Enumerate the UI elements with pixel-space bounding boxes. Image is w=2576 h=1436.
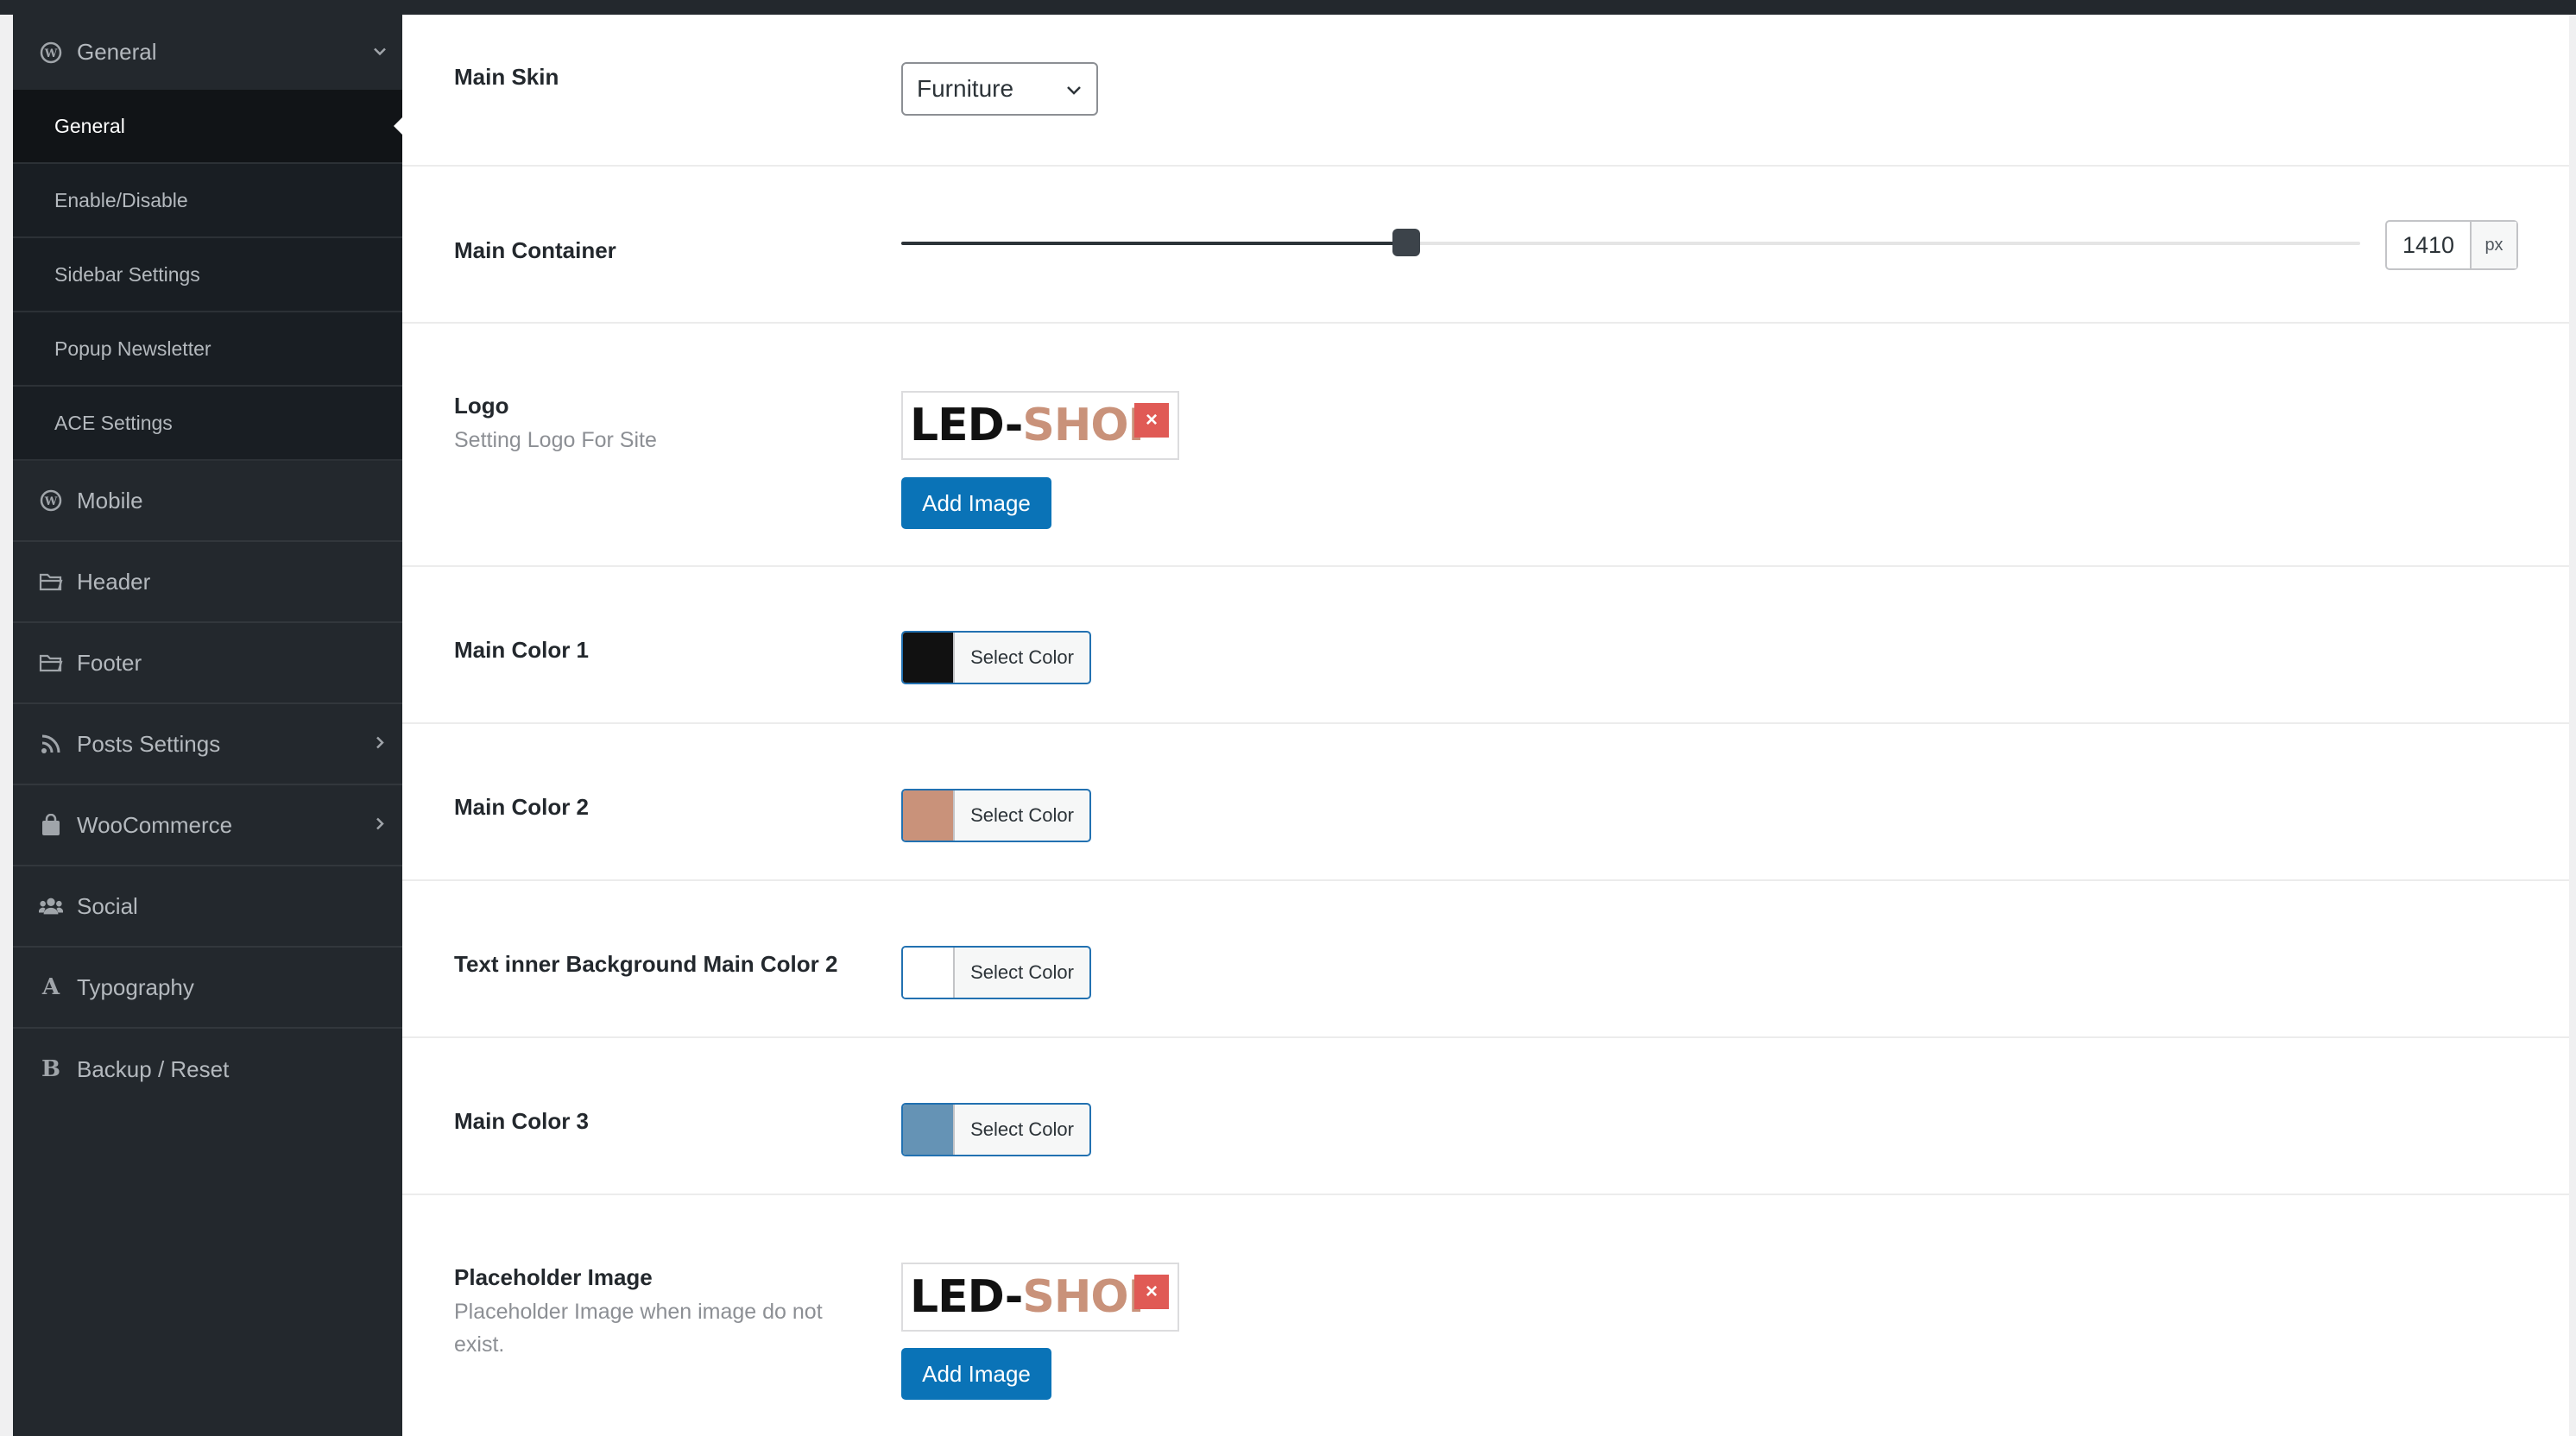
- sidebar-group-label: Header: [77, 568, 151, 595]
- remove-image-button[interactable]: ×: [1134, 403, 1169, 438]
- sidebar-group-header[interactable]: Header: [13, 542, 402, 623]
- option-row-text-inner-background: Text inner Background Main Color 2 Selec…: [402, 881, 2569, 1038]
- slider-fill: [901, 242, 1406, 245]
- option-row-logo: Logo Setting Logo For Site LED-SHOP × Ad…: [402, 324, 2569, 567]
- option-row-main-container: Main Container: [402, 167, 2569, 324]
- option-label: Main Color 3: [454, 1108, 590, 1134]
- sidebar-item-sidebar-settings[interactable]: Sidebar Settings: [13, 238, 402, 312]
- folder-icon: [39, 651, 63, 675]
- option-label: Main Color 1: [454, 637, 590, 663]
- select-color-label: Select Color: [970, 804, 1074, 826]
- option-label: Main Skin: [454, 64, 559, 90]
- placeholder-image: LED-SHOP: [910, 1271, 1161, 1323]
- select-value: Furniture: [917, 75, 1014, 102]
- folder-icon: [39, 570, 63, 594]
- sidebar-group-mobile[interactable]: W Mobile: [13, 461, 402, 542]
- select-color-label: Select Color: [970, 1118, 1074, 1140]
- logo-image: LED-SHOP: [910, 400, 1161, 451]
- sidebar-group-woocommerce[interactable]: WooCommerce: [13, 785, 402, 866]
- admin-top-bar: [0, 0, 2576, 15]
- color-swatch: [903, 948, 955, 998]
- sidebar-group-posts-settings[interactable]: Posts Settings: [13, 704, 402, 785]
- option-label: Main Container: [454, 237, 616, 263]
- sidebar-item-popup-newsletter[interactable]: Popup Newsletter: [13, 312, 402, 387]
- color-picker-button[interactable]: Select Color: [901, 1103, 1091, 1156]
- users-icon: [39, 894, 63, 918]
- color-picker-button[interactable]: Select Color: [901, 946, 1091, 999]
- sidebar-group-label: Posts Settings: [77, 730, 221, 757]
- sidebar-group-typography[interactable]: A Typography: [13, 948, 402, 1029]
- sidebar-group-label: Footer: [77, 649, 142, 676]
- chevron-down-icon: [371, 39, 388, 66]
- option-label: Text inner Background Main Color 2: [454, 951, 838, 977]
- wordpress-icon: W: [39, 488, 63, 513]
- option-label: Logo: [454, 393, 509, 419]
- sidebar-group-footer[interactable]: Footer: [13, 623, 402, 704]
- add-image-button[interactable]: Add Image: [901, 1348, 1051, 1400]
- chevron-down-icon: [1064, 79, 1084, 107]
- color-swatch: [903, 790, 955, 841]
- left-edge: [0, 15, 13, 1436]
- option-row-main-color-2: Main Color 2 Select Color: [402, 724, 2569, 881]
- option-row-placeholder-image: Placeholder Image Placeholder Image when…: [402, 1195, 2569, 1436]
- bag-icon: [39, 813, 63, 837]
- sidebar-item-enable-disable[interactable]: Enable/Disable: [13, 164, 402, 238]
- sidebar-group-label: Typography: [77, 973, 194, 1000]
- right-edge: [2569, 15, 2576, 1436]
- sidebar-group-label: Social: [77, 892, 138, 919]
- sidebar-group-backup-reset[interactable]: B Backup / Reset: [13, 1029, 402, 1110]
- select-color-label: Select Color: [970, 646, 1074, 668]
- chevron-right-icon: [371, 812, 388, 839]
- option-row-main-color-3: Main Color 3 Select Color: [402, 1038, 2569, 1195]
- main-container-slider[interactable]: [901, 229, 2360, 256]
- wordpress-icon: W: [39, 41, 63, 65]
- sidebar-item-general[interactable]: General: [13, 90, 402, 164]
- svg-text:W: W: [44, 47, 58, 60]
- sidebar-group-label: Mobile: [77, 487, 143, 513]
- color-picker-button[interactable]: Select Color: [901, 631, 1091, 684]
- option-description: Setting Logo For Site: [454, 428, 657, 452]
- typography-icon: A: [41, 974, 60, 1000]
- option-description: Placeholder Image when image do not exis…: [454, 1300, 823, 1357]
- color-swatch: [903, 1105, 955, 1155]
- options-panel: Main Skin Furniture Main Container 1410 …: [402, 15, 2569, 1436]
- svg-text:W: W: [44, 495, 58, 508]
- main-container-input[interactable]: 1410: [2387, 222, 2472, 268]
- sidebar-group-social[interactable]: Social: [13, 866, 402, 948]
- main-skin-select[interactable]: Furniture: [901, 62, 1098, 116]
- color-picker-button[interactable]: Select Color: [901, 789, 1091, 842]
- placeholder-preview: LED-SHOP ×: [901, 1263, 1179, 1332]
- main-container-value[interactable]: 1410 px: [2385, 220, 2518, 270]
- option-row-main-color-1: Main Color 1 Select Color: [402, 567, 2569, 724]
- option-row-main-skin: Main Skin Furniture: [402, 15, 2569, 167]
- select-color-label: Select Color: [970, 961, 1074, 983]
- unit-label: px: [2472, 222, 2516, 268]
- logo-preview: LED-SHOP ×: [901, 391, 1179, 460]
- sidebar-group-label: WooCommerce: [77, 811, 233, 838]
- option-label: Placeholder Image: [454, 1264, 653, 1290]
- remove-image-button[interactable]: ×: [1134, 1275, 1169, 1309]
- chevron-right-icon: [371, 731, 388, 758]
- rss-icon: [39, 732, 63, 756]
- option-label: Main Color 2: [454, 794, 590, 820]
- sidebar-group-general[interactable]: W General: [13, 15, 402, 90]
- sidebar-group-label: General: [77, 39, 157, 65]
- options-sidebar: W General General Enable/Disable Sidebar…: [13, 15, 402, 1436]
- sidebar-group-label: Backup / Reset: [77, 1055, 230, 1082]
- slider-handle[interactable]: [1392, 229, 1420, 256]
- sidebar-item-ace-settings[interactable]: ACE Settings: [13, 387, 402, 461]
- add-image-button[interactable]: Add Image: [901, 477, 1051, 529]
- color-swatch: [903, 633, 955, 683]
- backup-icon: B: [41, 1056, 60, 1082]
